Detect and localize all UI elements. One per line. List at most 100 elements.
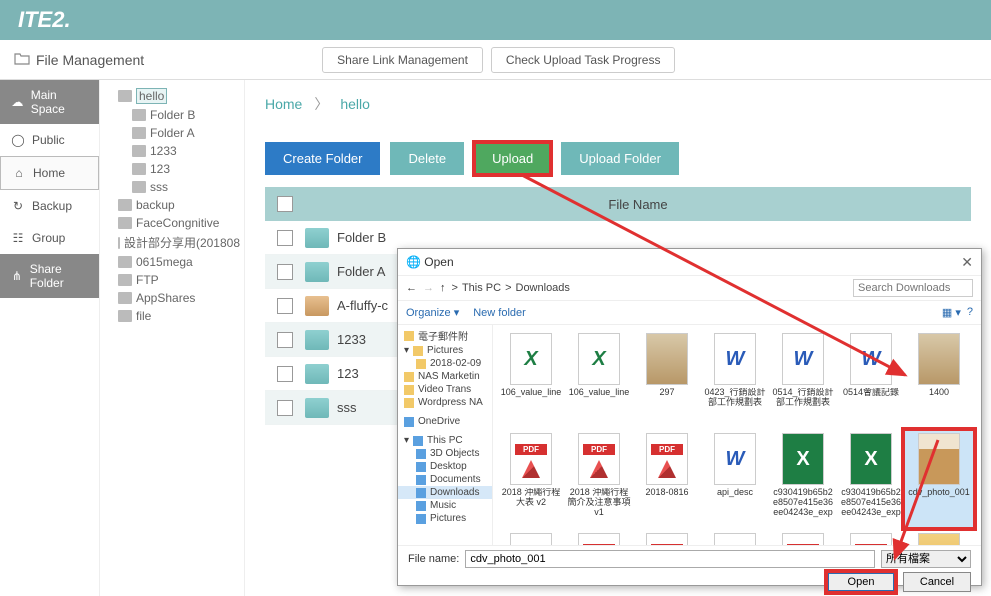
file-item[interactable]: 2018 沖繩行程大表 v2 [497, 431, 565, 527]
file-item[interactable]: 0514會議記錄 [837, 331, 905, 427]
tree-design[interactable]: 設計部分享用(201808 [104, 232, 240, 253]
tree-folder-b[interactable]: Folder B [104, 106, 240, 124]
cancel-button[interactable]: Cancel [903, 572, 971, 592]
side-wordpress[interactable]: Wordpress NA [398, 396, 492, 409]
side-onedrive[interactable]: OneDrive [398, 415, 492, 428]
file-item[interactable]: api_desc [701, 431, 769, 527]
new-folder-button[interactable]: New folder [473, 307, 526, 319]
close-icon[interactable]: ✕ [961, 254, 973, 271]
organize-menu[interactable]: Organize ▾ [406, 306, 459, 319]
view-icon[interactable]: ▦ ▾ [942, 306, 961, 319]
side-thispc[interactable]: ▾This PC [398, 434, 492, 447]
tree-1233[interactable]: 1233 [104, 142, 240, 160]
create-folder-button[interactable]: Create Folder [265, 142, 380, 175]
row-checkbox[interactable] [277, 400, 293, 416]
row-checkbox[interactable] [277, 230, 293, 246]
row-checkbox[interactable] [277, 332, 293, 348]
image-icon [305, 296, 329, 316]
crumb-home[interactable]: Home [265, 96, 302, 112]
open-file-dialog: 🌐 Open ✕ ← → ↑ >This PC>Downloads Organi… [397, 248, 982, 586]
nav-fwd-icon[interactable]: → [423, 282, 434, 294]
dialog-sidebar: 電子郵件附 ▾Pictures 2018-02-09 NAS Marketin … [398, 325, 493, 545]
side-3dobjects[interactable]: 3D Objects [398, 447, 492, 460]
file-item[interactable]: 106_value_line [497, 331, 565, 427]
tree-123[interactable]: 123 [104, 160, 240, 178]
file-item[interactable]: 0514_行銷設計部工作規劃表 [769, 331, 837, 427]
tree-file[interactable]: file [104, 307, 240, 325]
file-item[interactable]: drive-download-20180801T072834Z-001 [905, 531, 973, 545]
tree-folder-a[interactable]: Folder A [104, 124, 240, 142]
cloud-icon: ☁ [10, 94, 25, 110]
side-video[interactable]: Video Trans [398, 383, 492, 396]
logo: ITE2. [0, 0, 991, 40]
tree-backup[interactable]: backup [104, 196, 240, 214]
nav-up-icon[interactable]: ↑ [440, 282, 446, 294]
side-documents[interactable]: Documents [398, 473, 492, 486]
folder-open-icon [14, 51, 30, 68]
side-pictures2[interactable]: Pictures [398, 512, 492, 525]
file-item-selected[interactable]: cdv_photo_001 [905, 431, 973, 527]
group-icon: ☷ [10, 230, 26, 246]
sidebar-public[interactable]: ◯Public [0, 124, 99, 156]
filename-input[interactable] [465, 550, 875, 568]
column-filename: File Name [305, 197, 971, 212]
upload-folder-button[interactable]: Upload Folder [561, 142, 679, 175]
dialog-title: 🌐 Open [406, 255, 454, 269]
file-management-label: File Management [0, 51, 144, 68]
filetype-select[interactable]: 所有檔案 [881, 550, 971, 568]
backup-icon: ↻ [10, 198, 26, 214]
file-item[interactable]: CV [497, 531, 565, 545]
upload-button[interactable]: Upload [474, 142, 551, 175]
file-item[interactable]: c930419b65b2e8507e415e36ee04243e_export … [769, 431, 837, 527]
row-checkbox[interactable] [277, 264, 293, 280]
tree-appshares[interactable]: AppShares [104, 289, 240, 307]
share-link-management-button[interactable]: Share Link Management [322, 47, 483, 73]
folder-icon [305, 398, 329, 418]
tree-ftp[interactable]: FTP [104, 271, 240, 289]
file-item[interactable]: 1400 [905, 331, 973, 427]
row-checkbox[interactable] [277, 366, 293, 382]
open-button[interactable]: Open [827, 572, 895, 592]
tree-sss[interactable]: sss [104, 178, 240, 196]
side-nas[interactable]: NAS Marketin [398, 370, 492, 383]
file-item[interactable]: 2018-0816 [633, 431, 701, 527]
file-item[interactable]: DeLeonMarketingAnalyst1 [701, 531, 769, 545]
file-item[interactable]: DBS-Estatement_201804 [633, 531, 701, 545]
tree-facecognitive[interactable]: FaceCongnitive [104, 214, 240, 232]
side-mail[interactable]: 電子郵件附 [398, 327, 492, 344]
row-checkbox[interactable] [277, 298, 293, 314]
table-header: File Name [265, 187, 971, 221]
nav-back-icon[interactable]: ← [406, 282, 417, 294]
address-bar[interactable]: >This PC>Downloads [452, 282, 848, 294]
side-desktop[interactable]: Desktop [398, 460, 492, 473]
file-item[interactable]: 297 [633, 331, 701, 427]
file-item[interactable]: c930419b65b2e8507e415e36ee04243e_export [837, 431, 905, 527]
folder-icon [305, 262, 329, 282]
sidebar-main-space[interactable]: ☁Main Space [0, 80, 99, 124]
filename-label: File name: [408, 553, 459, 565]
sidebar-group[interactable]: ☷Group [0, 222, 99, 254]
tree-hello[interactable]: hello [104, 86, 240, 106]
sidebar-share-folder[interactable]: ⋔Share Folder [0, 254, 99, 298]
file-item[interactable]: DoC-CE (1) [769, 531, 837, 545]
file-item[interactable]: DBS-Estatement_201804 (1) [565, 531, 633, 545]
help-icon[interactable]: ? [967, 306, 973, 319]
side-music[interactable]: Music [398, 499, 492, 512]
side-pictures[interactable]: ▾Pictures [398, 344, 492, 357]
file-item[interactable]: 106_value_line [565, 331, 633, 427]
file-item[interactable]: 2018 沖繩行程簡介及注意事項v1 [565, 431, 633, 527]
delete-button[interactable]: Delete [390, 142, 464, 175]
select-all-checkbox[interactable] [277, 196, 293, 212]
folder-icon [305, 364, 329, 384]
side-20180209[interactable]: 2018-02-09 [398, 357, 492, 370]
file-item[interactable]: DoC-CE [837, 531, 905, 545]
sidebar-backup[interactable]: ↻Backup [0, 190, 99, 222]
crumb-hello[interactable]: hello [340, 96, 370, 112]
sidebar-home[interactable]: ⌂Home [0, 156, 99, 190]
file-item[interactable]: 0423_行銷設計部工作規劃表 [701, 331, 769, 427]
tree-0615mega[interactable]: 0615mega [104, 253, 240, 271]
check-upload-progress-button[interactable]: Check Upload Task Progress [491, 47, 676, 73]
search-input[interactable] [853, 279, 973, 297]
side-downloads[interactable]: Downloads [398, 486, 492, 499]
share-icon: ⋔ [10, 268, 24, 284]
